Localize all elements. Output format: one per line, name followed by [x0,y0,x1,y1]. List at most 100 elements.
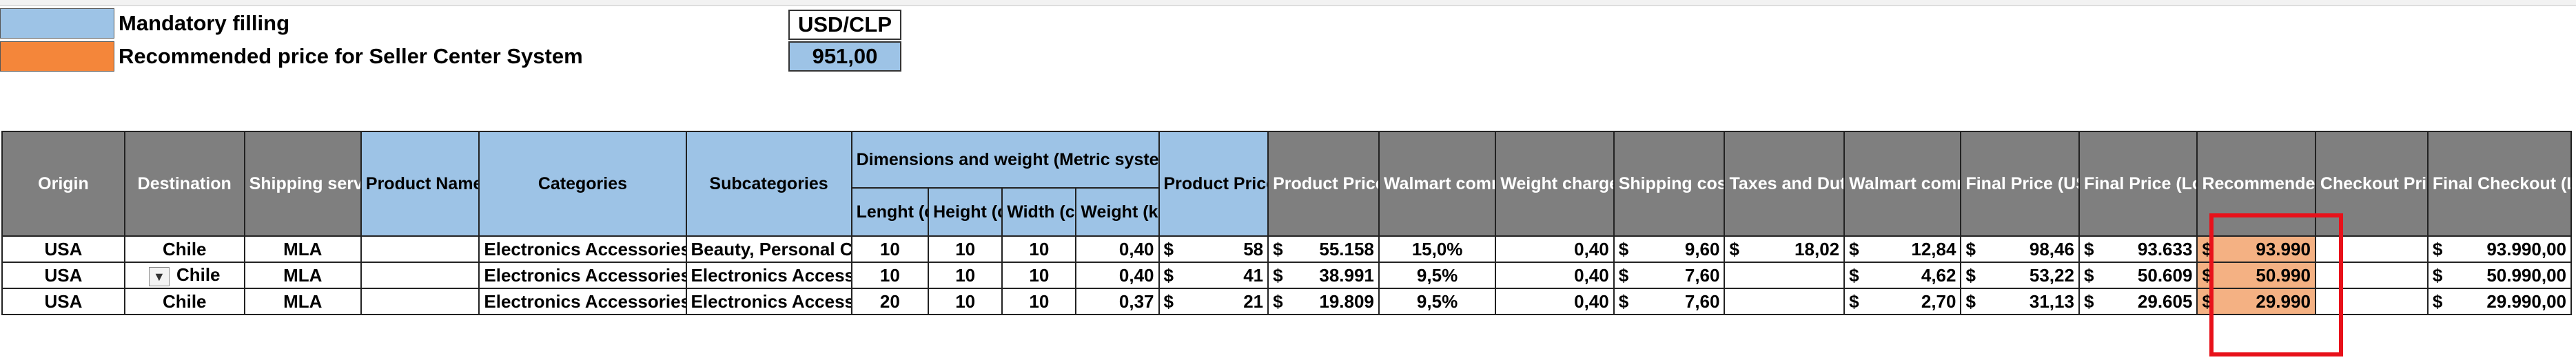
final-checkout-cell[interactable]: $29.990,00 [2426,288,2573,315]
exchange-rate-cell[interactable]: 951,00 [788,41,901,72]
header-product-name[interactable]: Product Name/Reference (Optional) [360,131,480,237]
origin-cell[interactable]: USA [1,262,125,289]
commission-pct-cell[interactable]: 9,5% [1378,262,1497,289]
header-shipping-service[interactable]: Shipping service [243,131,362,237]
weight-cell[interactable]: 0,40 [1075,235,1160,263]
final-checkout-cell[interactable]: $50.990,00 [2426,262,2573,289]
height-cell[interactable]: 10 [928,262,1003,289]
header-subcategories[interactable]: Subcategories [685,131,852,237]
width-cell-text: 10 [1029,290,1050,312]
shipping-cost-cell[interactable]: $7,60 [1613,262,1726,289]
shipping-cost-cell[interactable]: $7,60 [1613,288,1726,315]
final-price-local-cell[interactable]: $93.633 [2078,235,2198,263]
origin-cell-text: USA [44,238,83,259]
header-categories[interactable]: Categories [478,131,687,237]
length-cell[interactable]: 10 [850,235,930,263]
price-fob-cell[interactable]: $58 [1158,235,1269,263]
shipping-service-cell[interactable]: MLA [243,288,362,315]
header-width[interactable]: Width (cm) [1001,187,1077,237]
price-local-cell[interactable]: $19.809 [1267,288,1380,315]
length-cell[interactable]: 10 [850,262,930,289]
header-walmart-commission-pct[interactable]: Walmart commission % [1378,131,1497,237]
chevron-down-icon[interactable]: ▼ [148,266,170,286]
pricing-table: Origin Destination Shipping service Prod… [1,131,2573,315]
header-shipping-cost[interactable]: Shipping cost (USD) [1613,131,1726,237]
category-cell-text: Electronics Accessories [484,238,686,259]
origin-cell[interactable]: USA [1,288,125,315]
amount: 12,84 [1911,238,1956,259]
weight-cell-text: 0,40 [1118,264,1154,286]
weight-cell[interactable]: 0,40 [1075,262,1160,289]
currency-label-cell[interactable]: USD/CLP [788,10,901,40]
category-cell[interactable]: Electronics Accessories [478,262,687,289]
checkout-priority-cell[interactable] [2314,262,2429,289]
header-walmart-commission-usd[interactable]: Walmart commission (USD) [1843,131,1962,237]
category-cell[interactable]: Electronics Accessories [478,235,687,263]
width-cell[interactable]: 10 [1001,235,1077,263]
subcategory-cell[interactable]: Electronics Accessories [685,262,852,289]
currency-symbol: $ [1965,264,1976,286]
header-price-local[interactable]: Product Price (Local currency) [1267,131,1380,237]
shipping-cost-cell[interactable]: $9,60 [1613,235,1726,263]
taxes-cell[interactable] [1724,262,1846,289]
header-taxes[interactable]: Taxes and Duties (USD) [1724,131,1846,237]
destination-cell[interactable]: Chile [123,288,245,315]
header-checkout-priority[interactable]: Checkout Priority shipping Assumed [2314,131,2429,237]
checkout-priority-cell[interactable] [2314,235,2429,263]
width-cell[interactable]: 10 [1001,262,1077,289]
taxes-cell[interactable]: $18,02 [1724,235,1846,263]
final-price-local-cell[interactable]: $50.609 [2078,262,2198,289]
weight-chargeable-cell[interactable]: 0,40 [1495,288,1615,315]
price-local-cell[interactable]: $55.158 [1267,235,1380,263]
final-checkout-cell[interactable]: $93.990,00 [2426,235,2573,263]
final-price-usd-cell[interactable]: $98,46 [1960,235,2080,263]
product-name-cell[interactable] [360,262,480,289]
height-cell[interactable]: 10 [928,235,1003,263]
length-cell[interactable]: 20 [850,288,930,315]
header-final-price-usd[interactable]: Final Price (USD) [1960,131,2080,237]
product-name-cell[interactable] [360,288,480,315]
width-cell[interactable]: 10 [1001,288,1077,315]
destination-cell[interactable]: Chile [123,235,245,263]
amount: 93.633 [2137,238,2193,259]
weight-chargeable-cell[interactable]: 0,40 [1495,262,1615,289]
commission-usd-cell[interactable]: $2,70 [1843,288,1962,315]
header-recommended-price[interactable]: Recommended price for Seller Center [2196,131,2316,237]
taxes-cell[interactable] [1724,288,1846,315]
price-local-cell[interactable]: $38.991 [1267,262,1380,289]
destination-cell[interactable]: ▼ Chile [123,262,245,289]
shipping-service-cell[interactable]: MLA [243,262,362,289]
recommended-price-cell[interactable]: $93.990 [2196,235,2316,263]
header-weight-chargeable[interactable]: Weight chargeable (kg) [1495,131,1615,237]
commission-pct-cell[interactable]: 15,0% [1378,235,1497,263]
subcategory-cell[interactable]: Electronics Accessories [685,288,852,315]
final-price-usd-cell[interactable]: $31,13 [1960,288,2080,315]
recommended-price-cell[interactable]: $50.990 [2196,262,2316,289]
price-fob-cell[interactable]: $41 [1158,262,1269,289]
recommended-price-cell[interactable]: $29.990 [2196,288,2316,315]
header-dimensions-group[interactable]: Dimensions and weight (Metric system) [850,131,1160,189]
commission-usd-cell[interactable]: $4,62 [1843,262,1962,289]
height-cell[interactable]: 10 [928,288,1003,315]
commission-usd-cell[interactable]: $12,84 [1843,235,1962,263]
final-price-usd-cell[interactable]: $53,22 [1960,262,2080,289]
checkout-priority-cell[interactable] [2314,288,2429,315]
final-price-local-cell[interactable]: $29.605 [2078,288,2198,315]
category-cell[interactable]: Electronics Accessories [478,288,687,315]
header-weight[interactable]: Weight (kg) [1075,187,1160,237]
header-origin[interactable]: Origin [1,131,125,237]
weight-cell[interactable]: 0,37 [1075,288,1160,315]
product-name-cell[interactable] [360,235,480,263]
shipping-service-cell[interactable]: MLA [243,235,362,263]
weight-chargeable-cell[interactable]: 0,40 [1495,235,1615,263]
header-final-checkout[interactable]: Final Checkout (Local currency) [2426,131,2573,237]
header-price-fob[interactable]: Product Price FOB (USD) [1158,131,1269,237]
origin-cell[interactable]: USA [1,235,125,263]
header-height[interactable]: Height (cm) [928,187,1003,237]
price-fob-cell[interactable]: $21 [1158,288,1269,315]
header-destination[interactable]: Destination [123,131,245,237]
header-length[interactable]: Lenght (cm) [850,187,930,237]
subcategory-cell[interactable]: Beauty, Personal Care [685,235,852,263]
commission-pct-cell[interactable]: 9,5% [1378,288,1497,315]
header-final-price-local[interactable]: Final Price (Local currency) [2078,131,2198,237]
